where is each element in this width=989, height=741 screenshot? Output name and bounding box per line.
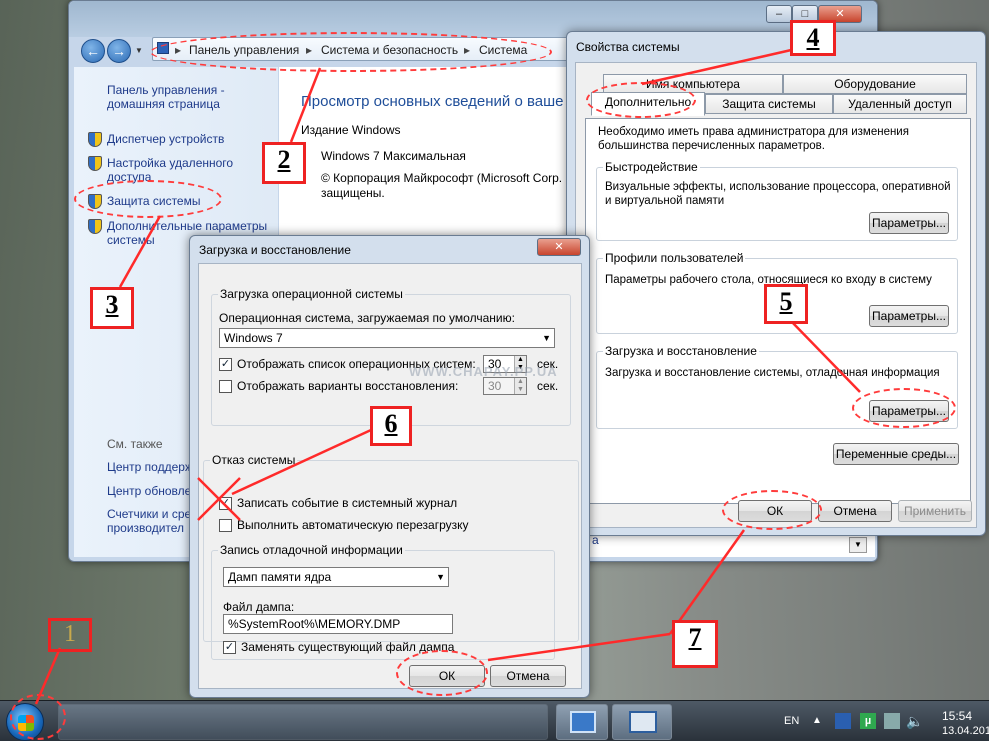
chevron-down-icon: ▼ [436,572,445,582]
uac-shield-icon [88,219,102,234]
user-profiles-label: Профили пользователей [603,251,746,265]
tab-hardware[interactable]: Оборудование [783,74,967,94]
taskbar: EN ▲ µ 🔈 15:54 13.04.201 [0,700,989,741]
tray-app-icon[interactable] [835,713,851,729]
see-also-heading: См. также [107,437,163,451]
startup-recovery-dialog: Загрузка и восстановление ✕ Загрузка опе… [189,235,590,698]
show-recovery-checkbox[interactable] [219,380,232,393]
environment-variables-button[interactable]: Переменные среды... [833,443,959,465]
os-startup-label: Загрузка операционной системы [218,287,405,301]
highlight-sp-ok [722,490,822,530]
default-os-value: Windows 7 [224,331,283,345]
highlight-address-bar [150,32,552,72]
close-button[interactable]: ✕ [537,238,581,256]
uac-shield-icon [88,156,102,171]
performance-label: Быстродействие [603,160,700,174]
default-os-select[interactable]: Windows 7 ▼ [219,328,555,348]
annotation-number-1: 1 [48,618,92,652]
show-recovery-seconds[interactable]: 30 ▲ ▼ [483,377,527,395]
default-os-label: Операционная система, загружаемая по умо… [219,311,515,325]
dialog-title: Свойства системы [576,40,680,54]
seconds-value: 30 [488,379,502,393]
navigation-buttons: ← → ▼ [79,37,149,63]
highlight-br-ok [396,650,488,696]
auto-restart-checkbox[interactable] [219,519,232,532]
torrent-icon[interactable]: µ [860,713,876,729]
tray-chevron-icon[interactable]: ▲ [812,715,822,726]
watermark: WWW.CHAPAY.PP.UA [409,364,558,379]
sidebar-home-link[interactable]: Панель управления - домашняя страница [107,83,267,111]
back-arrow-icon[interactable]: ← [81,39,105,63]
dump-type-select[interactable]: Дамп памяти ядра ▼ [223,567,449,587]
tab-system-protection[interactable]: Защита системы [705,94,833,114]
annotation-number-2: 2 [262,142,306,184]
language-indicator[interactable]: EN [784,715,799,727]
overwrite-checkbox[interactable]: ✓ [223,641,236,654]
control-panel-icon [570,711,596,733]
taskbar-control-panel-button[interactable] [556,704,608,740]
performance-settings-button[interactable]: Параметры... [869,212,949,234]
see-also-action-center[interactable]: Центр поддерж [107,460,193,474]
seconds-unit: сек. [537,379,559,393]
admin-note: Необходимо иметь права администратора дл… [598,126,909,152]
clock-date[interactable]: 13.04.201 [942,725,989,737]
sidebar-item-device-manager[interactable]: Диспетчер устройств [107,132,224,146]
debug-info-label: Запись отладочной информации [218,543,405,557]
see-also-performance[interactable]: Счетчики и сре [107,507,191,521]
tab-remote[interactable]: Удаленный доступ [833,94,967,114]
volume-icon[interactable]: 🔈 [906,713,923,730]
computer-icon [629,711,657,733]
write-event-checkbox[interactable]: ✓ [219,497,232,510]
history-chevron-icon[interactable]: ▼ [135,46,143,55]
performance-text: Визуальные эффекты, использование процес… [605,181,951,207]
see-also-windows-update[interactable]: Центр обновле [107,484,191,498]
dump-file-input[interactable]: %SystemRoot%\MEMORY.DMP [223,614,453,634]
page-title: Просмотр основных сведений о ваше [301,93,564,110]
annotation-number-6: 6 [370,406,412,446]
uac-shield-icon [88,132,102,147]
copyright-text: © Корпорация Майкрософт (Microsoft Corp. [321,171,563,185]
annotation-number-3: 3 [90,287,134,329]
edition-value: Windows 7 Максимальная [321,149,466,163]
highlight-advanced-tab [586,82,696,118]
cancel-button[interactable]: Отмена [490,665,566,687]
annotation-number-7: 7 [672,620,718,668]
taskbar-window-button[interactable] [58,704,548,740]
show-recovery-label: Отображать варианты восстановления: [237,379,459,393]
edition-heading: Издание Windows [301,123,401,137]
show-os-list-checkbox[interactable]: ✓ [219,358,232,371]
dialog-body: Загрузка операционной системы Операционн… [198,263,582,689]
forward-arrow-icon[interactable]: → [107,39,131,63]
highlight-startup-settings [852,388,956,428]
dump-file-label: Файл дампа: [223,600,295,614]
cancel-button[interactable]: Отмена [818,500,892,522]
startup-recovery-label: Загрузка и восстановление [603,344,759,358]
see-also-performance-2[interactable]: производител [107,521,184,535]
annotation-number-5: 5 [764,284,808,324]
auto-restart-label: Выполнить автоматическую перезагрузку [237,518,469,532]
chevron-down-icon: ▼ [542,333,551,343]
network-icon[interactable] [884,713,900,729]
clock-time[interactable]: 15:54 [942,709,972,723]
write-event-label: Записать событие в системный журнал [237,496,458,510]
annotation-number-4: 4 [790,20,836,56]
dump-type-value: Дамп памяти ядра [228,570,332,584]
taskbar-system-button[interactable] [612,704,672,740]
dialog-title: Загрузка и восстановление [199,243,351,257]
minimize-button[interactable]: – [766,5,792,23]
scroll-down-icon[interactable]: ▼ [849,537,867,553]
performance-group: Быстродействие Визуальные эффекты, испол… [596,160,958,241]
highlight-system-protection [74,180,222,218]
copyright-text-2: защищены. [321,186,385,200]
highlight-start [10,694,66,740]
startup-recovery-text: Загрузка и восстановление системы, отлад… [605,367,940,379]
user-profiles-settings-button[interactable]: Параметры... [869,305,949,327]
spinner-arrows-icon[interactable]: ▲ ▼ [514,378,526,394]
system-failure-label: Отказ системы [210,453,298,467]
apply-button[interactable]: Применить [898,500,972,522]
